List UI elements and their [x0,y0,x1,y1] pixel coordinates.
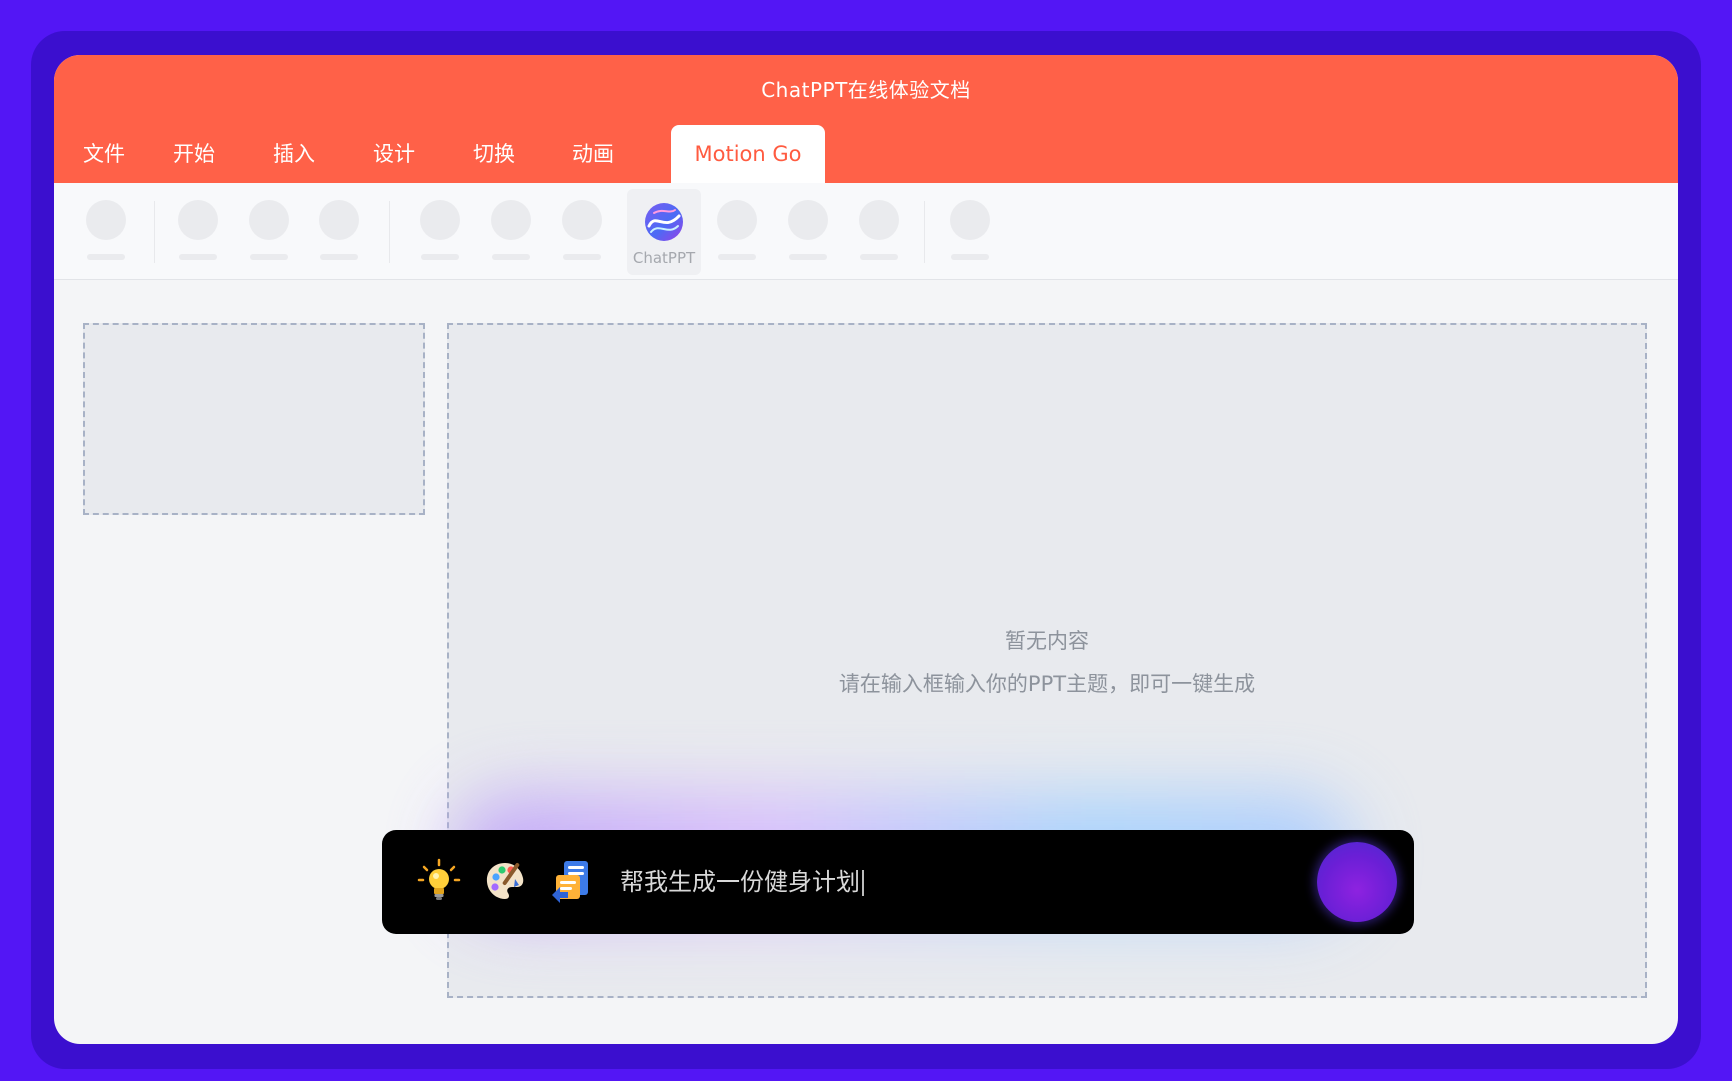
chatppt-logo-icon [645,203,683,241]
empty-state-title: 暂无内容 [1005,629,1089,653]
placeholder-icon [491,200,531,240]
menu-design[interactable]: 设计 [364,125,424,183]
toolbar-divider [924,201,925,263]
menu-animation[interactable]: 动画 [563,125,623,183]
placeholder-label [860,254,898,260]
text-caret [862,870,864,896]
chatppt-button[interactable]: ChatPPT [627,189,701,275]
toolbar-placeholder-button[interactable] [715,200,759,266]
placeholder-icon [86,200,126,240]
lightbulb-icon[interactable] [415,857,463,905]
placeholder-label [718,254,756,260]
placeholder-icon [319,200,359,240]
placeholder-icon [859,200,899,240]
prompt-input[interactable]: 帮我生成一份健身计划 [620,862,864,897]
toolbar-placeholder-button[interactable] [489,200,533,266]
placeholder-label [492,254,530,260]
menu-insert[interactable]: 插入 [264,125,324,183]
placeholder-label [320,254,358,260]
toolbar-placeholder-button[interactable] [857,200,901,266]
placeholder-icon [178,200,218,240]
toolbar-placeholder-button[interactable] [176,200,220,266]
prompt-bar: 帮我生成一份健身计划 [382,830,1414,934]
menu-transition[interactable]: 切换 [464,125,524,183]
toolbar-placeholder-button[interactable] [560,200,604,266]
header-bar: ChatPPT在线体验文档 文件 开始 插入 设计 切换 动画 Motion G… [54,55,1678,183]
toolbar-divider [154,201,155,263]
placeholder-icon [717,200,757,240]
placeholder-icon [420,200,460,240]
placeholder-label [563,254,601,260]
placeholder-icon [788,200,828,240]
placeholder-label [87,254,125,260]
toolbar-placeholder-button[interactable] [84,200,128,266]
document-import-icon[interactable] [548,857,596,905]
palette-icon[interactable] [481,857,529,905]
placeholder-icon [950,200,990,240]
toolbar-placeholder-button[interactable] [786,200,830,266]
empty-state-hint: 请在输入框输入你的PPT主题，即可一键生成 [838,672,1256,696]
app-window: ChatPPT在线体验文档 文件 开始 插入 设计 切换 动画 Motion G… [54,55,1678,1044]
menu-start[interactable]: 开始 [164,125,224,183]
placeholder-icon [562,200,602,240]
placeholder-label [250,254,288,260]
placeholder-label [179,254,217,260]
placeholder-icon [249,200,289,240]
menu-file[interactable]: 文件 [74,125,134,183]
tab-motion-go[interactable]: Motion Go [671,125,825,183]
toolbar-placeholder-button[interactable] [418,200,462,266]
menu-bar: 文件 开始 插入 设计 切换 动画 Motion Go [54,125,1678,183]
window-title: ChatPPT在线体验文档 [761,78,971,102]
placeholder-label [421,254,459,260]
toolbar-divider [389,201,390,263]
prompt-input-value: 帮我生成一份健身计划 [620,868,860,896]
send-orb-icon[interactable] [1317,842,1397,922]
toolbar-placeholder-button[interactable] [948,200,992,266]
chatppt-label: ChatPPT [632,249,696,267]
toolbar-placeholder-button[interactable] [247,200,291,266]
placeholder-label [951,254,989,260]
ribbon-toolbar: ChatPPT [54,183,1678,280]
toolbar-placeholder-button[interactable] [317,200,361,266]
slide-thumbnail[interactable] [83,323,425,515]
placeholder-label [789,254,827,260]
